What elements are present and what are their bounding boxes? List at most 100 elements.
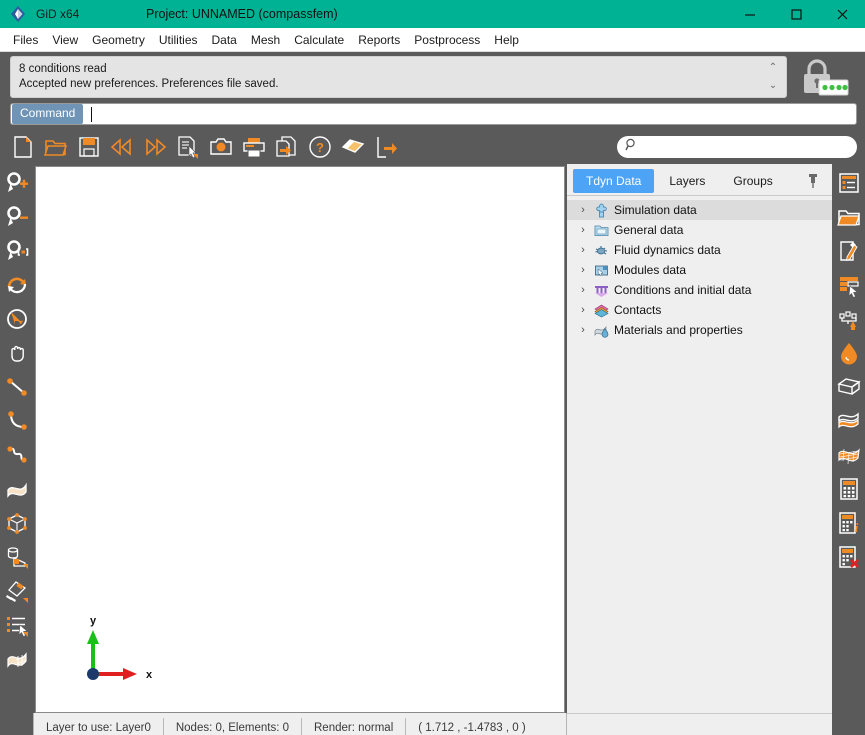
minimize-button[interactable]: [727, 0, 773, 28]
snapshot-button[interactable]: [204, 132, 237, 162]
help-button[interactable]: ?: [303, 132, 336, 162]
tree-panel-toggle[interactable]: [832, 166, 865, 200]
tab-tdyn-data[interactable]: Tdyn Data: [573, 169, 655, 193]
create-line-tool[interactable]: [0, 370, 33, 404]
tree-item-conditions-and-initial-data[interactable]: › Conditions and initial data: [567, 280, 832, 300]
tree-item-general-data[interactable]: › General data: [567, 220, 832, 240]
chevron-right-icon[interactable]: ›: [577, 324, 589, 336]
create-nurbs-line-tool[interactable]: [0, 438, 33, 472]
tree-item-simulation-data[interactable]: › Simulation data: [567, 200, 832, 220]
menu-data[interactable]: Data: [205, 30, 244, 50]
create-arc-tool[interactable]: [0, 404, 33, 438]
rotate-trackball-tool[interactable]: [0, 302, 33, 336]
tree-item-contacts[interactable]: › Contacts: [567, 300, 832, 320]
cancel-process-button[interactable]: [832, 540, 865, 574]
zoom-out-tool[interactable]: [0, 200, 33, 234]
calculate-info-button[interactable]: i: [832, 506, 865, 540]
tab-layers[interactable]: Layers: [656, 169, 718, 193]
chevron-right-icon[interactable]: ›: [577, 224, 589, 236]
command-label: Command: [12, 104, 84, 124]
tree-item-materials-and-properties[interactable]: › Materials and properties: [567, 320, 832, 340]
mesh-view-button[interactable]: [832, 438, 865, 472]
open-file-button[interactable]: [39, 132, 72, 162]
tree-item-fluid-dynamics-data[interactable]: › Fluid dynamics data: [567, 240, 832, 260]
right-panel: Tdyn Data Layers Groups › Simulation dat…: [567, 164, 832, 713]
left-toolbar: [0, 164, 33, 713]
create-surface-tool[interactable]: [0, 472, 33, 506]
menu-postprocess[interactable]: Postprocess: [407, 30, 487, 50]
calculate-button[interactable]: [832, 472, 865, 506]
window-controls: [727, 0, 865, 28]
new-file-button[interactable]: [6, 132, 39, 162]
exit-button[interactable]: [369, 132, 402, 162]
status-left-spacer: [0, 713, 33, 735]
table-select-button[interactable]: [832, 268, 865, 302]
chevron-right-icon[interactable]: ›: [577, 204, 589, 216]
menu-geometry[interactable]: Geometry: [85, 30, 152, 50]
materials-button[interactable]: [832, 336, 865, 370]
volume-view-button[interactable]: [832, 370, 865, 404]
redo-button[interactable]: [138, 132, 171, 162]
rotate-tool[interactable]: [0, 268, 33, 302]
open-project-button[interactable]: [832, 200, 865, 234]
menu-files[interactable]: Files: [6, 30, 45, 50]
menu-mesh[interactable]: Mesh: [244, 30, 287, 50]
command-caret: [91, 106, 93, 122]
save-file-button[interactable]: [72, 132, 105, 162]
menu-view[interactable]: View: [45, 30, 85, 50]
create-object-tool[interactable]: [0, 540, 33, 574]
undo-button[interactable]: [105, 132, 138, 162]
layer-to-use[interactable]: Layer to use: Layer0: [34, 717, 164, 735]
message-scroll-up-button[interactable]: ⌃: [769, 63, 777, 73]
main-toolbar: ?: [0, 130, 865, 164]
message-box[interactable]: 8 conditions read Accepted new preferenc…: [10, 56, 787, 98]
svg-text:x: x: [146, 669, 153, 681]
menu-utilities[interactable]: Utilities: [152, 30, 205, 50]
menu-bar: Files View Geometry Utilities Data Mesh …: [0, 28, 865, 52]
layers-button[interactable]: [336, 132, 369, 162]
viewport-canvas[interactable]: y x: [35, 166, 565, 713]
search-input[interactable]: [643, 141, 849, 153]
render-tool[interactable]: [0, 642, 33, 676]
mesh-tool[interactable]: [0, 574, 33, 608]
surface-view-button[interactable]: [832, 404, 865, 438]
maximize-button[interactable]: [773, 0, 819, 28]
command-zone: Command: [0, 102, 865, 130]
list-select-tool[interactable]: [0, 608, 33, 642]
simulation-data-icon: [593, 202, 610, 219]
command-bar[interactable]: Command: [10, 103, 857, 125]
menu-help[interactable]: Help: [487, 30, 526, 50]
license-lock-indicator[interactable]: [795, 54, 857, 100]
export-button[interactable]: [270, 132, 303, 162]
pan-tool[interactable]: [0, 336, 33, 370]
close-button[interactable]: [819, 0, 865, 28]
create-volume-tool[interactable]: [0, 506, 33, 540]
boundary-conditions-button[interactable]: [832, 302, 865, 336]
title-bar: GiD x64 Project: UNNAMED (compassfem): [0, 0, 865, 28]
select-list-button[interactable]: [171, 132, 204, 162]
gid-logo-icon: [4, 5, 32, 23]
chevron-right-icon[interactable]: ›: [577, 304, 589, 316]
svg-text:y: y: [90, 616, 97, 627]
chevron-right-icon[interactable]: ›: [577, 284, 589, 296]
data-tree: › Simulation data › General data › Fluid…: [567, 196, 832, 713]
zoom-frame-tool[interactable]: [0, 234, 33, 268]
chevron-right-icon[interactable]: ›: [577, 244, 589, 256]
print-button[interactable]: [237, 132, 270, 162]
modules-data-icon: [593, 262, 610, 279]
general-data-folder-icon: [593, 222, 610, 239]
status-bar: Layer to use: Layer0 Nodes: 0, Elements:…: [33, 713, 567, 735]
search-box[interactable]: [617, 136, 857, 158]
message-scroll-down-button[interactable]: ⌄: [769, 81, 777, 91]
edit-data-button[interactable]: [832, 234, 865, 268]
message-line-2: Accepted new preferences. Preferences fi…: [19, 78, 279, 90]
chevron-right-icon[interactable]: ›: [577, 264, 589, 276]
pin-icon[interactable]: [798, 168, 828, 194]
zoom-in-tool[interactable]: [0, 166, 33, 200]
tree-item-modules-data[interactable]: › Modules data: [567, 260, 832, 280]
menu-calculate[interactable]: Calculate: [287, 30, 351, 50]
tree-item-label: Simulation data: [614, 203, 697, 217]
menu-reports[interactable]: Reports: [351, 30, 407, 50]
render-mode[interactable]: Render: normal: [302, 717, 407, 735]
tab-groups[interactable]: Groups: [720, 169, 785, 193]
